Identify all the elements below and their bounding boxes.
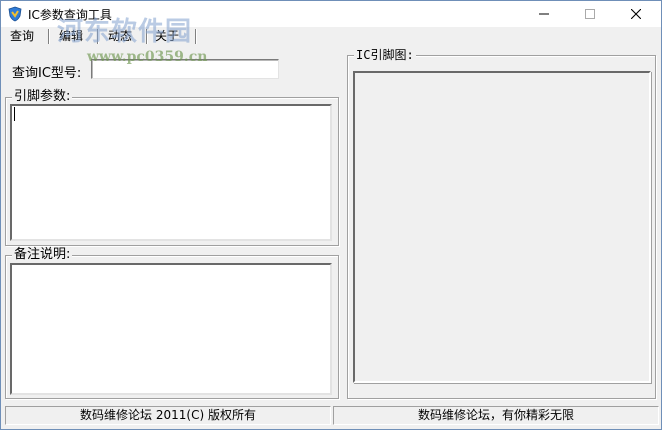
status-copyright: 数码维修论坛 2011(C) 版权所有 [5, 406, 331, 425]
menu-separator [146, 29, 148, 44]
title-bar[interactable]: IC参数查询工具 [1, 1, 661, 27]
pin-parameters-textarea[interactable] [10, 104, 332, 241]
pin-parameters-title: 引脚参数: [12, 89, 73, 104]
menu-item-query[interactable]: 查询 [8, 28, 36, 45]
app-shield-icon [7, 6, 23, 22]
menu-separator [48, 29, 50, 44]
ic-diagram-canvas [353, 71, 651, 383]
search-label: 查询IC型号: [12, 66, 82, 81]
window-title: IC参数查询工具 [28, 8, 112, 22]
status-bar: 数码维修论坛 2011(C) 版权所有 数码维修论坛，有你精彩无限 [1, 404, 661, 428]
notes-textarea[interactable] [10, 263, 332, 395]
ic-model-input[interactable] [91, 59, 279, 79]
close-button[interactable] [613, 1, 659, 27]
text-caret [14, 107, 15, 121]
minimize-button[interactable] [521, 1, 567, 27]
minimize-icon [539, 13, 549, 15]
ic-diagram-title: IC引脚图: [354, 48, 416, 62]
menu-separator [97, 29, 99, 44]
close-icon [631, 9, 641, 19]
maximize-button[interactable] [567, 1, 613, 27]
menu-item-edit[interactable]: 编辑 [57, 28, 85, 45]
notes-title: 备注说明: [12, 247, 73, 262]
main-window: IC参数查询工具 查询 编辑 动态 关于 河东软件园 www.pc0359.cn… [0, 0, 662, 430]
status-slogan: 数码维修论坛，有你精彩无限 [333, 406, 659, 425]
menu-bar: 查询 编辑 动态 关于 [1, 27, 661, 46]
menu-item-dynamic[interactable]: 动态 [106, 28, 134, 45]
menu-separator [195, 29, 197, 44]
maximize-icon [585, 9, 595, 19]
menu-item-about[interactable]: 关于 [153, 28, 181, 45]
